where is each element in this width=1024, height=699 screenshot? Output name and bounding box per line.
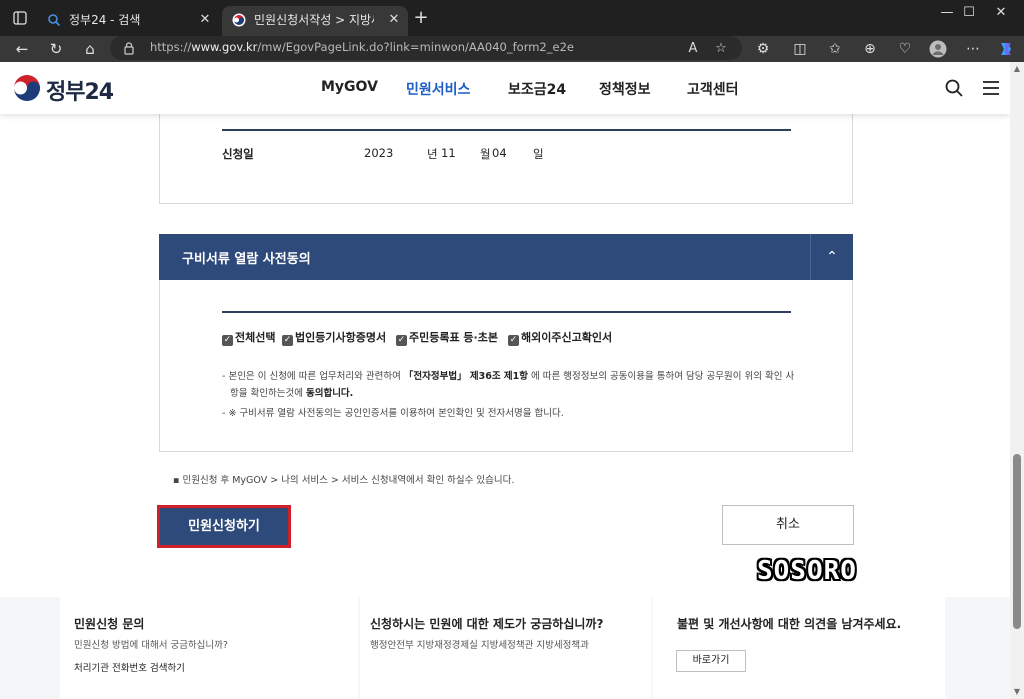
inquiry-subtitle: 민원신청 방법에 대해서 궁금하십니까? (74, 640, 228, 651)
search-icon[interactable] (943, 77, 965, 99)
inquiry-title: 민원신청 문의 (74, 617, 145, 631)
scroll-down-icon[interactable]: ▼ (1013, 688, 1021, 696)
bottom-col-inquiry: 민원신청 문의 민원신청 방법에 대해서 궁금하십니까? 처리기관 전화번호 검… (60, 597, 358, 699)
collections-icon[interactable]: ⊕ (859, 38, 881, 60)
browser-essentials-icon[interactable]: ♡ (894, 38, 916, 60)
checkbox-select-all[interactable]: ✓ 전체선택 (222, 326, 275, 346)
divider (222, 129, 791, 131)
checkbox-checked-icon: ✓ (508, 335, 519, 346)
url-text: https://www.gov.kr/mw/EgovPageLink.do?li… (150, 40, 574, 54)
extensions-icon[interactable]: ⚙ (752, 38, 774, 60)
consent-note-1: - 본인은 이 신청에 따른 업무처리와 관련하여 「전자정부법」 제36조 제… (222, 371, 795, 382)
day-unit: 일 (533, 147, 544, 161)
split-screen-icon[interactable]: ◫ (789, 38, 811, 60)
application-year: 2023 (364, 146, 394, 160)
gov-logo-icon (232, 13, 246, 27)
hamburger-menu-icon[interactable] (980, 77, 1002, 99)
gov24-logo-icon[interactable] (13, 74, 41, 102)
application-date-label: 신청일 (222, 147, 254, 161)
month-unit: 월 (480, 147, 491, 161)
tab-title: 민원신청서작성 > 지방세 납세증 (254, 13, 374, 27)
close-icon[interactable]: ✕ (386, 6, 402, 34)
favorites-icon[interactable]: ✩ (824, 38, 846, 60)
tab-actions-icon[interactable] (8, 6, 32, 30)
copilot-icon[interactable] (995, 38, 1017, 60)
home-icon[interactable]: ⌂ (78, 37, 102, 61)
application-day: 04 (492, 146, 507, 160)
search-icon (48, 14, 61, 27)
go-feedback-button[interactable]: 바로가기 (676, 650, 746, 672)
feedback-title: 불편 및 개선사항에 대한 의견을 남겨주세요. (677, 617, 902, 631)
url-input[interactable]: https://www.gov.kr/mw/EgovPageLink.do?li… (110, 36, 742, 60)
application-month: 11 (441, 146, 456, 160)
back-icon[interactable]: ← (10, 37, 34, 61)
consent-section-title: 구비서류 열람 사전동의 (182, 252, 311, 267)
year-unit: 년 (427, 147, 438, 161)
phone-search-link[interactable]: 처리기관 전화번호 검색하기 (74, 660, 185, 674)
tab-application-form[interactable]: 민원신청서작성 > 지방세 납세증 ✕ (222, 6, 408, 36)
scrollbar-thumb[interactable] (1013, 454, 1021, 629)
lock-icon (124, 42, 134, 55)
submit-application-button[interactable]: 민원신청하기 (157, 505, 291, 548)
nav-policy-info[interactable]: 정책정보 (599, 79, 651, 99)
browser-tab-bar: 정부24 - 검색 ✕ 민원신청서작성 > 지방세 납세증 ✕ + — ☐ ✕ (0, 0, 1024, 36)
system-question-title: 신청하시는 민원에 대한 제도가 궁금하십니까? (370, 617, 604, 631)
consent-note-1-line2: 항을 확인하는것에 동의합니다. (230, 388, 354, 399)
nav-mygov[interactable]: MyGOV (321, 79, 378, 95)
window-close-icon[interactable]: ✕ (978, 0, 1024, 28)
nav-subsidy24[interactable]: 보조금24 (508, 79, 566, 99)
page-viewport: 정부24 MyGOV 민원서비스 보조금24 정책정보 고객센터 신청일 202… (0, 62, 1010, 699)
nav-civil-service[interactable]: 민원서비스 (406, 79, 470, 99)
close-icon[interactable]: ✕ (197, 6, 213, 34)
favorite-star-icon[interactable]: ☆ (712, 40, 730, 58)
more-menu-icon[interactable]: ⋯ (962, 38, 984, 60)
refresh-icon[interactable]: ↻ (44, 37, 68, 61)
checkbox-resident-registration[interactable]: ✓ 주민등록표 등·초본 (396, 326, 498, 346)
bottom-col-system: 신청하시는 민원에 대한 제도가 궁금하십니까? 행정안전부 지방재정경제실 지… (360, 597, 651, 699)
site-header: 정부24 MyGOV 민원서비스 보조금24 정책정보 고객센터 (0, 62, 1010, 114)
checkbox-checked-icon: ✓ (282, 335, 293, 346)
ministry-department: 행정안전부 지방재정경제실 지방세정책관 지방세정책과 (370, 640, 589, 651)
consent-section-header[interactable]: 구비서류 열람 사전동의 ⌃ (159, 234, 853, 280)
bottom-col-feedback: 불편 및 개선사항에 대한 의견을 남겨주세요. 바로가기 (653, 597, 945, 699)
checkbox-emigration-report[interactable]: ✓ 해외이주신고확인서 (508, 326, 612, 346)
browser-address-bar: ← ↻ ⌂ https://www.gov.kr/mw/EgovPageLink… (0, 36, 1024, 62)
chevron-up-icon[interactable]: ⌃ (810, 234, 853, 280)
read-aloud-icon[interactable]: A (684, 40, 702, 58)
tab-search[interactable]: 정부24 - 검색 ✕ (37, 6, 219, 36)
watermark-logo: SOSORO (757, 556, 857, 586)
footer-note: ▪ 민원신청 후 MyGOV > 나의 서비스 > 서비스 신청내역에서 확인 … (173, 475, 515, 486)
tab-title: 정부24 - 검색 (69, 13, 141, 27)
site-logo-text[interactable]: 정부24 (46, 74, 114, 106)
consent-note-2: - ※ 구비서류 열람 사전동의는 공인인증서를 이용하여 본인확인 및 전자서… (222, 408, 564, 419)
page-scrollbar[interactable]: ▲ ▼ (1010, 62, 1024, 699)
checkbox-checked-icon: ✓ (222, 335, 233, 346)
nav-customer-center[interactable]: 고객센터 (687, 79, 739, 99)
checkbox-corporate-registry[interactable]: ✓ 법인등기사항증명서 (282, 326, 386, 346)
consent-section-body (159, 280, 853, 452)
profile-avatar[interactable] (927, 38, 949, 60)
checkbox-checked-icon: ✓ (396, 335, 407, 346)
divider (222, 311, 791, 313)
new-tab-icon[interactable]: + (410, 7, 432, 29)
scroll-up-icon[interactable]: ▲ (1013, 65, 1021, 73)
bottom-info-band: 민원신청 문의 민원신청 방법에 대해서 궁금하십니까? 처리기관 전화번호 검… (0, 597, 1010, 699)
cancel-button[interactable]: 취소 (722, 505, 854, 545)
